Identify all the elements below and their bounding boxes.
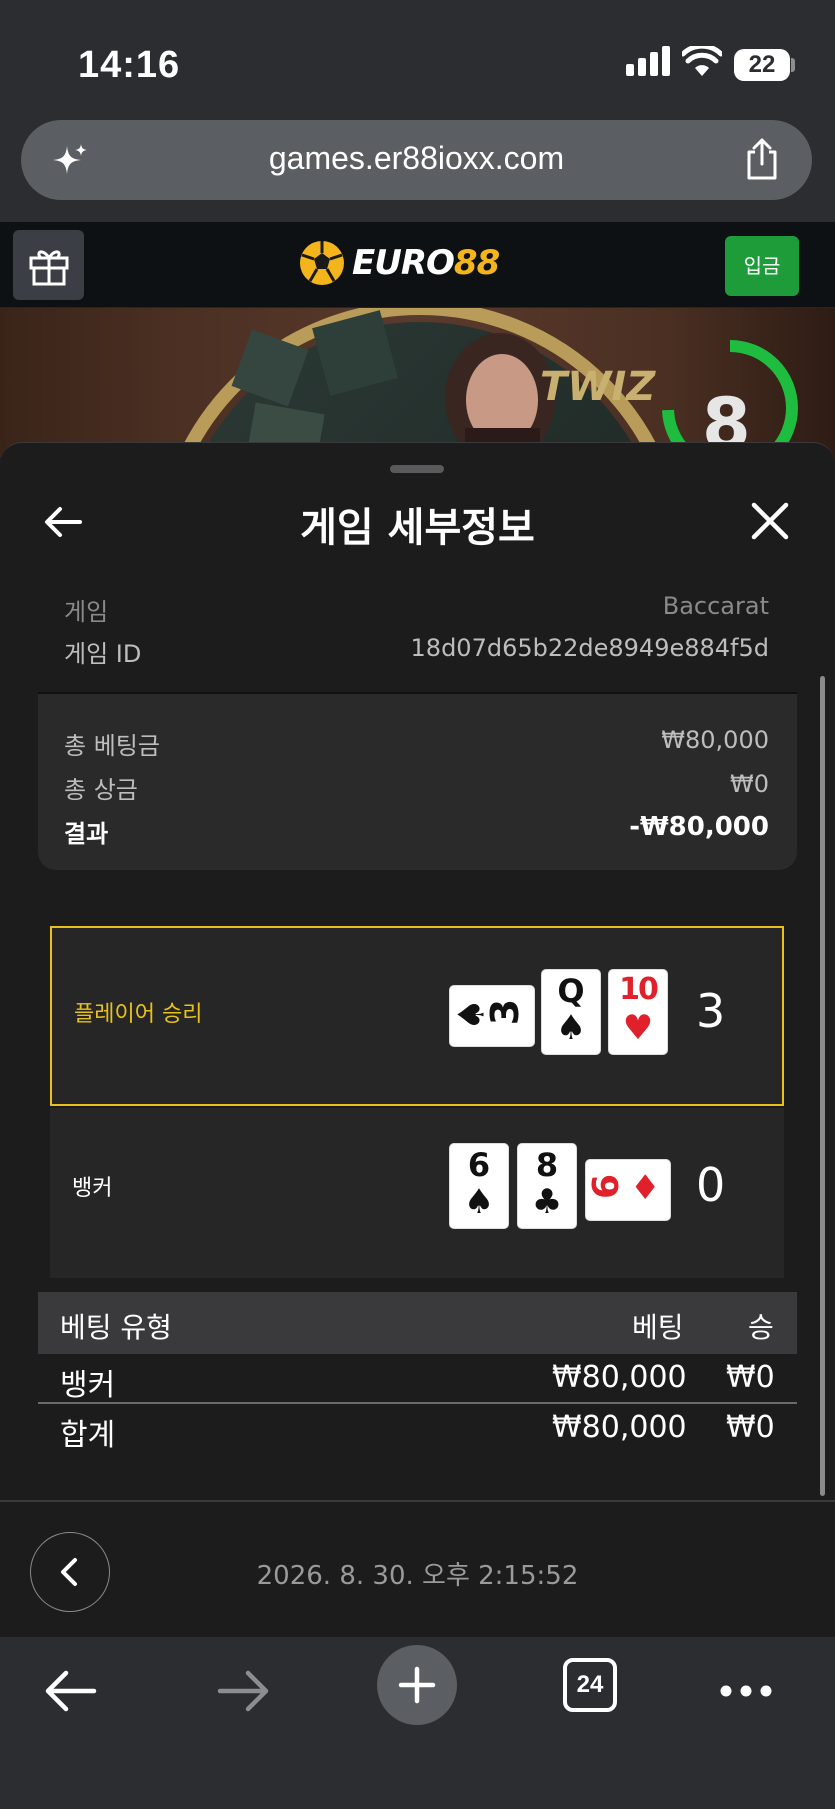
share-icon[interactable] (739, 136, 785, 182)
scrollbar[interactable] (820, 676, 825, 1496)
game-id-label: 게임 ID (64, 640, 142, 668)
bet-type-cell: 뱅커 (60, 1368, 116, 1403)
logo-text: EURO88 (352, 243, 500, 283)
sheet-title: 게임 세부정보 (300, 505, 535, 551)
sheet-grabber[interactable] (390, 465, 444, 473)
live-video: TWIZ 8 (0, 308, 835, 458)
bet-amount-cell: ₩80,000 (552, 1360, 687, 1395)
bet-table-header: 베팅 유형 베팅 승 (38, 1292, 797, 1354)
address-bar[interactable]: games.er88ioxx.com (21, 120, 812, 200)
site-header: EURO88 입금 (0, 222, 835, 308)
total-type-cell: 합계 (60, 1418, 116, 1453)
game-id-value: 18d07d65b22de8949e884f5d (410, 634, 769, 662)
total-prize-label: 총 상금 (64, 776, 138, 804)
banker-score: 0 (696, 1158, 726, 1212)
total-prize-value: ₩0 (730, 770, 769, 798)
player-score: 3 (696, 984, 726, 1038)
banker-hand: 뱅커 6 ♠ 8 ♣ 6 ♦ 0 (50, 1108, 784, 1278)
battery-tip (791, 58, 795, 72)
battery-indicator: 22 (734, 49, 790, 81)
nav-forward-icon[interactable] (216, 1667, 272, 1715)
divider (38, 1402, 797, 1404)
playing-card: 6 ♠ (450, 1144, 508, 1228)
tabs-button[interactable]: 24 (563, 1658, 617, 1712)
playing-card: ♠ 3 (450, 986, 534, 1046)
close-icon[interactable] (748, 499, 792, 543)
gift-icon (29, 250, 69, 286)
status-time: 14:16 (78, 44, 181, 86)
new-tab-button[interactable] (377, 1645, 457, 1725)
more-icon[interactable] (718, 1681, 774, 1701)
soccer-ball-icon (300, 241, 344, 285)
url-text[interactable]: games.er88ioxx.com (21, 140, 812, 177)
playing-card: 8 ♣ (518, 1144, 576, 1228)
divider (0, 1500, 835, 1502)
nav-back-icon[interactable] (42, 1667, 98, 1715)
plus-icon (398, 1666, 436, 1704)
bet-summary-card (38, 694, 797, 870)
status-bar: 14:16 22 (0, 0, 835, 120)
total-bet-cell: ₩80,000 (552, 1410, 687, 1445)
column-header-bet: 베팅 (632, 1311, 684, 1344)
player-hand-label: 플레이어 승리 (74, 1002, 203, 1027)
site-logo[interactable]: EURO88 (298, 236, 500, 290)
game-label: 게임 (64, 598, 109, 626)
video-overlay-text: TWIZ (540, 364, 656, 410)
wifi-icon (682, 46, 722, 76)
total-win-cell: ₩0 (726, 1410, 775, 1445)
deposit-button[interactable]: 입금 (725, 236, 799, 296)
result-value: -₩80,000 (629, 812, 769, 842)
round-timestamp: 2026. 8. 30. 오후 2:15:52 (256, 1561, 579, 1591)
banker-hand-label: 뱅커 (72, 1176, 113, 1201)
total-bet-value: ₩80,000 (661, 726, 769, 754)
playing-card: Q ♠ (542, 970, 600, 1054)
player-hand: 플레이어 승리 ♠ 3 Q ♠ 10 ♥ 3 (50, 926, 784, 1106)
game-value: Baccarat (662, 592, 769, 620)
total-bet-label: 총 베팅금 (64, 732, 160, 760)
result-label: 결과 (64, 820, 109, 848)
playing-card: 10 ♥ (609, 970, 667, 1054)
playing-card: 6 ♦ (586, 1160, 670, 1220)
gift-button[interactable] (13, 230, 84, 300)
column-header-win: 승 (748, 1311, 774, 1344)
column-header-type: 베팅 유형 (60, 1311, 172, 1344)
win-amount-cell: ₩0 (726, 1360, 775, 1395)
